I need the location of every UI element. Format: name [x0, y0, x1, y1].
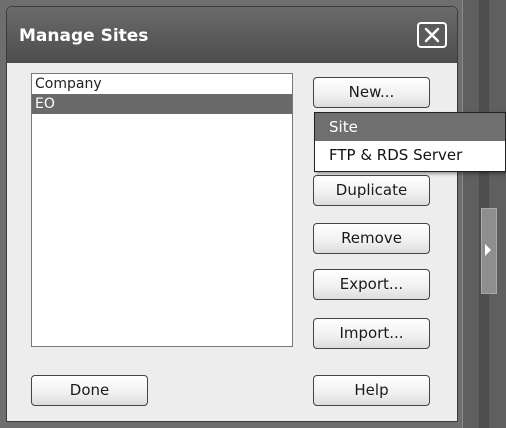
done-button[interactable]: Done [31, 375, 148, 406]
background-panel [462, 0, 506, 428]
duplicate-button[interactable]: Duplicate [313, 175, 430, 206]
menu-item-ftp-rds-server[interactable]: FTP & RDS Server [315, 141, 505, 169]
site-item-company[interactable]: Company [32, 74, 292, 94]
dialog-title: Manage Sites [19, 26, 149, 46]
site-item-eo[interactable]: EO [32, 94, 292, 114]
import-button[interactable]: Import... [313, 318, 430, 349]
menu-item-site[interactable]: Site [315, 113, 505, 141]
new-dropdown-menu: Site FTP & RDS Server [314, 112, 506, 172]
arrow-right-icon[interactable] [485, 244, 491, 256]
sites-list[interactable]: Company EO [31, 73, 293, 347]
new-button[interactable]: New... [313, 77, 430, 108]
export-button[interactable]: Export... [313, 269, 430, 300]
close-button[interactable] [417, 22, 447, 48]
manage-sites-dialog: Manage Sites Company EO New... Duplicate… [6, 6, 458, 422]
remove-button[interactable]: Remove [313, 223, 430, 254]
help-button[interactable]: Help [313, 375, 430, 406]
title-bar[interactable]: Manage Sites [7, 7, 457, 63]
close-icon [424, 27, 440, 43]
